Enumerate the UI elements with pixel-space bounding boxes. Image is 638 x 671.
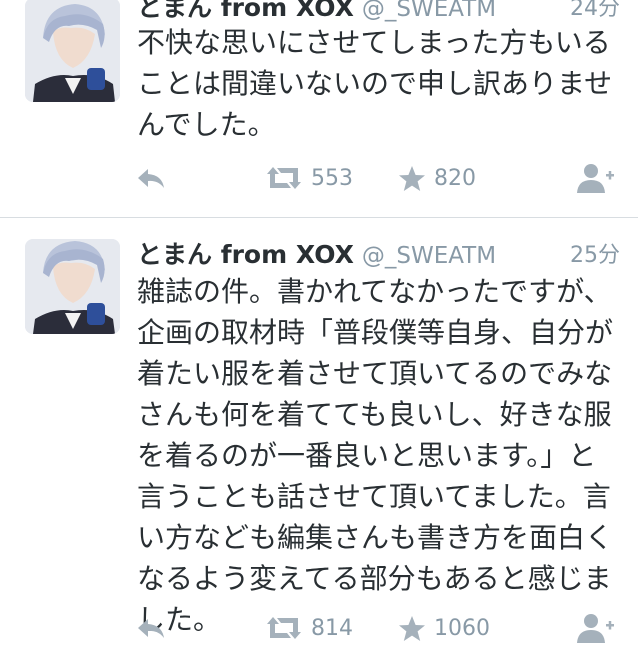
tweet-actions: 553 820 [0,160,638,196]
username[interactable]: @_SWEATM [362,0,496,22]
favorite-count: 820 [434,165,476,191]
display-name[interactable]: とまん from XOX [137,240,354,269]
tweet-actions: 814 1060 [0,610,638,646]
retweet-button[interactable]: 814 [265,610,353,646]
follow-user-icon [576,612,616,644]
display-name[interactable]: とまん from XOX [137,0,354,22]
reply-button[interactable] [136,610,166,646]
tweet-text: 不快な思いにさせてしまった方もいる ことは間違いないので申し訳ありませ んでした… [137,26,613,141]
timestamp[interactable]: 25分 [570,237,620,269]
reply-icon [136,616,166,640]
follow-user-icon [576,162,616,194]
username[interactable]: @_SWEATM [362,243,496,269]
retweet-icon [265,615,303,641]
retweet-count: 553 [311,165,353,191]
favorite-button[interactable]: 1060 [398,610,490,646]
retweet-button[interactable]: 553 [265,160,353,196]
follow-button[interactable] [576,160,616,196]
reply-button[interactable] [136,160,166,196]
star-icon [398,165,426,192]
favorite-count: 1060 [434,615,490,641]
retweet-count: 814 [311,615,353,641]
reply-icon [136,166,166,190]
tweet-header: とまん from XOX @_SWEATM 24分 [137,0,620,22]
tweet-text: 雑誌の件。書かれてなかったですが、 企画の取材時「普段僕等自身、自分が 着たい服… [137,275,614,636]
follow-button[interactable] [576,610,616,646]
retweet-icon [265,165,303,191]
tweet-header: とまん from XOX @_SWEATM 25分 [137,235,620,269]
timestamp[interactable]: 24分 [570,0,620,22]
tweet[interactable]: とまん from XOX @_SWEATM 25分 雑誌の件。書かれてなかったです… [0,218,638,671]
favorite-button[interactable]: 820 [398,160,476,196]
avatar[interactable] [25,239,120,334]
tweet[interactable]: とまん from XOX @_SWEATM 24分 不快な思いにさせてしまった方も… [0,0,638,218]
star-icon [398,615,426,642]
avatar[interactable] [25,0,120,102]
